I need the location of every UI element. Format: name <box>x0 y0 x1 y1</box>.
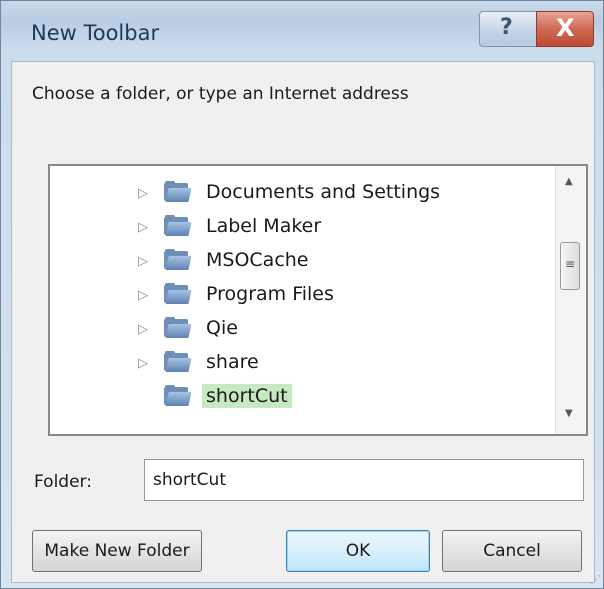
title-bar[interactable]: New Toolbar ? X <box>1 1 603 63</box>
folder-icon <box>164 181 192 203</box>
ok-button[interactable]: OK <box>286 530 430 572</box>
folder-icon <box>164 317 192 339</box>
close-button[interactable]: X <box>536 11 594 47</box>
tree-item-label-maker[interactable]: ▷ Label Maker <box>50 210 540 244</box>
folder-icon <box>164 283 192 305</box>
open-folder-icon <box>164 385 192 407</box>
expand-arrow-icon[interactable]: ▷ <box>138 220 148 235</box>
folder-icon <box>164 215 192 237</box>
tree-item-label-selected: shortCut <box>202 384 292 408</box>
tree-item-documents-and-settings[interactable]: ▷ Documents and Settings <box>50 176 540 210</box>
tree-item-label: Documents and Settings <box>206 181 441 203</box>
make-new-folder-button[interactable]: Make New Folder <box>32 530 202 572</box>
scroll-thumb[interactable]: ≡ <box>560 242 580 290</box>
folder-tree[interactable]: ▷ Documents and Settings ▷ Label Maker ▷… <box>48 164 588 436</box>
folder-icon <box>164 249 192 271</box>
folder-field-label: Folder: <box>34 472 92 492</box>
tree-item-share[interactable]: ▷ share <box>50 346 540 380</box>
tree-item-shortcut[interactable]: shortCut <box>50 380 540 414</box>
help-button[interactable]: ? <box>479 11 537 47</box>
tree-item-label: MSOCache <box>206 249 309 271</box>
expand-arrow-icon[interactable]: ▷ <box>138 254 148 269</box>
window-title: New Toolbar <box>31 21 160 45</box>
expand-arrow-icon[interactable]: ▷ <box>138 186 148 201</box>
expand-arrow-icon[interactable]: ▷ <box>138 356 148 371</box>
tree-item-label: Label Maker <box>206 215 322 237</box>
tree-item-label: Qie <box>206 317 238 339</box>
tree-item-qie[interactable]: ▷ Qie <box>50 312 540 346</box>
tree-item-program-files[interactable]: ▷ Program Files <box>50 278 540 312</box>
close-icon: X <box>556 14 575 42</box>
expand-arrow-icon[interactable]: ▷ <box>138 322 148 337</box>
new-toolbar-dialog: New Toolbar ? X Choose a folder, or type… <box>0 0 604 589</box>
tree-item-msocache[interactable]: ▷ MSOCache <box>50 244 540 278</box>
expand-arrow-icon[interactable]: ▷ <box>138 288 148 303</box>
grip-icon: ≡ <box>565 257 576 271</box>
cancel-button[interactable]: Cancel <box>442 530 582 572</box>
resize-grip-icon[interactable]: ⋰ <box>590 573 601 586</box>
tree-item-label: Program Files <box>206 283 334 305</box>
scroll-up-icon[interactable]: ▲ <box>565 176 573 187</box>
instruction-text: Choose a folder, or type an Internet add… <box>32 84 409 104</box>
help-icon: ? <box>500 15 513 40</box>
dialog-body: Choose a folder, or type an Internet add… <box>11 61 595 583</box>
tree-item-label: share <box>206 351 259 373</box>
scroll-down-icon[interactable]: ▼ <box>565 408 573 419</box>
folder-icon <box>164 351 192 373</box>
folder-input[interactable] <box>144 459 584 501</box>
vertical-scrollbar[interactable]: ▲ ≡ ▼ <box>555 166 586 434</box>
